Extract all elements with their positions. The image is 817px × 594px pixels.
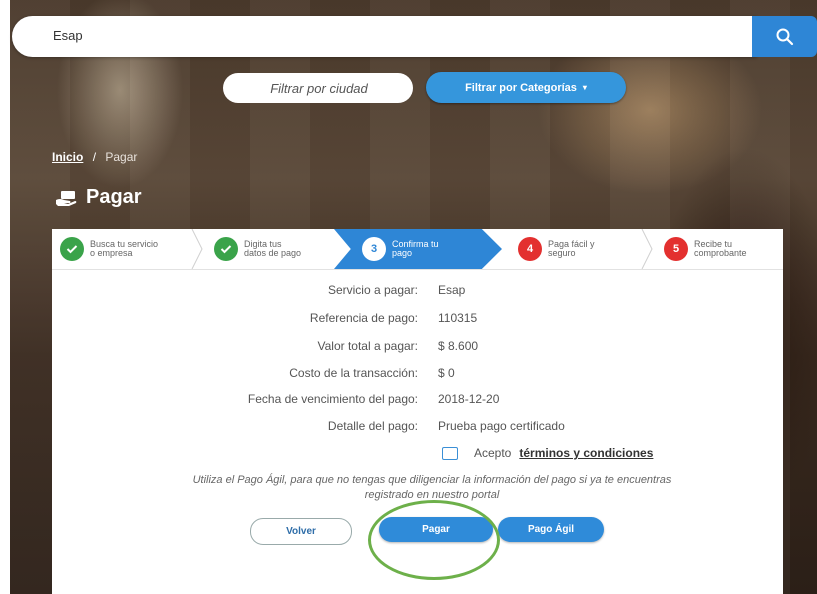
search-bar[interactable]: Esap [12, 16, 757, 57]
summary-value: 2018-12-20 [438, 392, 500, 406]
search-input[interactable]: Esap [53, 28, 83, 43]
step-3-label: Confirma tu pago [392, 239, 439, 258]
step-divider [191, 229, 203, 269]
terms-link[interactable]: términos y condiciones [519, 446, 653, 460]
step-2: Digita tus datos de pago [214, 229, 334, 269]
search-icon [776, 28, 793, 45]
terms-prefix: Acepto [474, 446, 512, 460]
step-4-number: 4 [518, 237, 542, 261]
step-3: 3 Confirma tu pago [334, 229, 502, 269]
breadcrumb-home-link[interactable]: Inicio [52, 150, 83, 164]
summary-label: Costo de la transacción: [289, 366, 418, 380]
summary-label: Valor total a pagar: [317, 339, 418, 353]
summary-label: Servicio a pagar: [327, 283, 418, 297]
agile-pay-button[interactable]: Pago Ágil [498, 517, 604, 542]
step-5: 5 Recibe tu comprobante [664, 229, 782, 269]
breadcrumb-separator: / [92, 150, 97, 164]
step-divider [641, 229, 653, 269]
highlight-circle [368, 500, 500, 580]
step-2-label: Digita tus datos de pago [244, 239, 302, 258]
checkmark-icon [214, 237, 238, 261]
summary-label: Referencia de pago: [309, 311, 418, 325]
summary-value: $ 8.600 [438, 339, 479, 353]
agile-payment-note: Utiliza el Pago Ágil, para que no tengas… [192, 474, 672, 501]
summary-value: $ 0 [438, 366, 455, 380]
summary-value: Prueba pago certificado [438, 419, 565, 433]
terms-row: Acepto términos y condiciones [442, 446, 653, 460]
search-button[interactable] [752, 16, 817, 57]
step-4: 4 Paga fácil y seguro [518, 229, 638, 269]
category-filter-label: Filtrar por Categorías [465, 81, 577, 94]
step-4-label: Paga fácil y seguro [548, 239, 595, 258]
summary-label: Fecha de vencimiento del pago: [247, 392, 418, 406]
summary-label: Detalle del pago: [327, 419, 418, 433]
step-1-label: Busca tu servicio o empresa [90, 239, 159, 258]
step-5-number: 5 [664, 237, 688, 261]
city-filter-placeholder: Filtrar por ciudad [270, 81, 368, 96]
checkmark-icon [60, 237, 84, 261]
breadcrumb-current: Pagar [105, 150, 138, 164]
step-1: Busca tu servicio o empresa [60, 229, 190, 269]
breadcrumb: Inicio / Pagar [52, 150, 137, 164]
city-filter-input[interactable]: Filtrar por ciudad [223, 73, 413, 103]
summary-value: Esap [438, 283, 466, 297]
progress-steps: Busca tu servicio o empresa Digita tus dat… [52, 229, 783, 270]
summary-value: 110315 [438, 311, 478, 325]
chevron-down-icon: ▾ [582, 83, 587, 92]
page-title-text: Pagar [86, 186, 142, 208]
step-3-number: 3 [362, 237, 386, 261]
category-filter-button[interactable]: Filtrar por Categorías ▾ [426, 72, 626, 103]
page-title: Pagar [54, 186, 142, 209]
terms-checkbox[interactable] [442, 446, 458, 460]
payment-hand-icon [56, 190, 77, 206]
step-5-label: Recibe tu comprobante [694, 239, 747, 258]
back-button[interactable]: Volver [250, 518, 352, 545]
